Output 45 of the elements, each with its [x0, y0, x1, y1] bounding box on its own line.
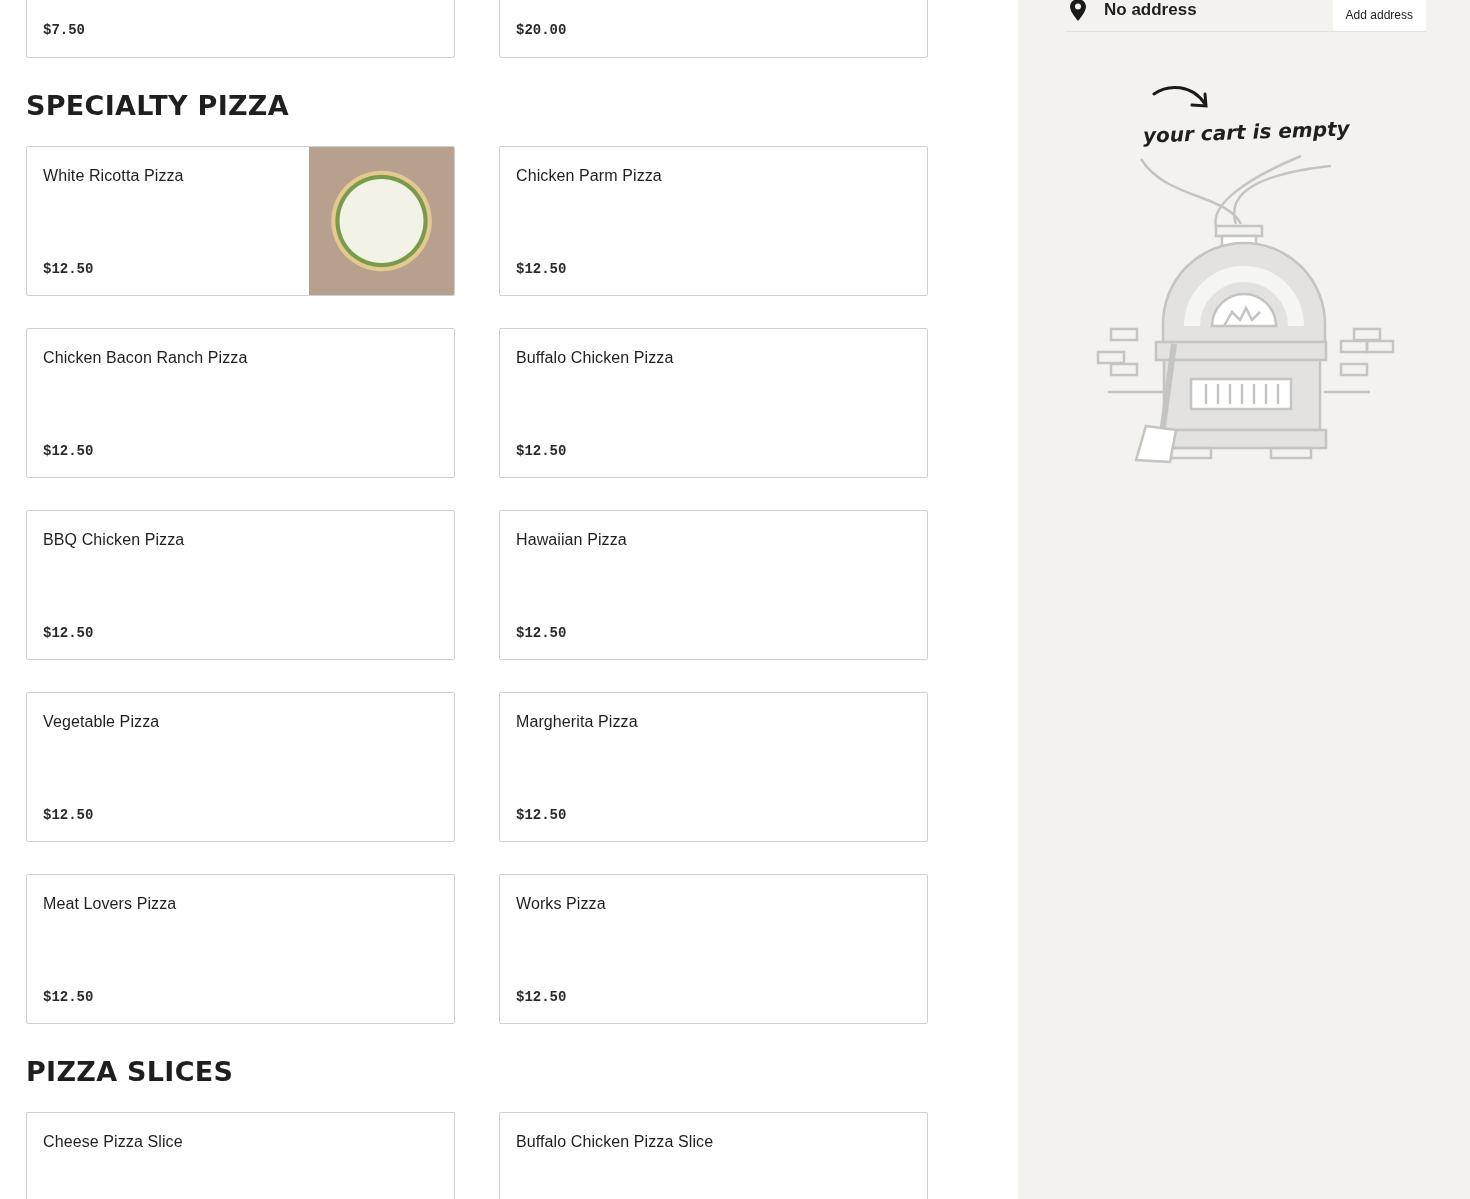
item-name: Chicken Bacon Ranch Pizza — [43, 349, 249, 367]
section-heading: PIZZA SLICES — [26, 1058, 235, 1086]
empty-cart-message: your cart is empty — [1142, 116, 1350, 148]
menu-item-card[interactable]: Chicken Bacon Ranch Pizza $12.50 — [26, 328, 455, 478]
menu-item-card[interactable]: Cheese Pizza Slice — [26, 1112, 455, 1199]
item-price: $12.50 — [516, 989, 568, 1005]
item-price: $12.50 — [43, 807, 95, 823]
item-name: Chicken Parm Pizza — [516, 167, 663, 185]
item-price: $12.50 — [43, 443, 95, 459]
item-name: Vegetable Pizza — [43, 713, 161, 731]
item-name: Buffalo Chicken Pizza Slice — [516, 1133, 715, 1151]
item-price: $12.50 — [516, 443, 568, 459]
menu-item-card[interactable]: Buffalo Chicken Pizza $12.50 — [499, 328, 928, 478]
menu-item-card[interactable]: Meat Lovers Pizza $12.50 — [26, 874, 455, 1024]
item-name: Cheese Pizza Slice — [43, 1133, 184, 1151]
curved-arrow-icon — [1152, 84, 1210, 110]
item-price: $12.50 — [43, 261, 95, 277]
item-name: White Ricotta Pizza — [43, 167, 185, 185]
menu-item-card[interactable]: Works Pizza $12.50 — [499, 874, 928, 1024]
menu-item-card[interactable]: Hawaiian Pizza $12.50 — [499, 510, 928, 660]
menu-item-card[interactable]: Buffalo Chicken Pizza Slice — [499, 1112, 928, 1199]
add-address-button[interactable]: Add address — [1332, 0, 1426, 31]
menu-item-card[interactable]: Margherita Pizza $12.50 — [499, 692, 928, 842]
item-name: Buffalo Chicken Pizza — [516, 349, 675, 367]
item-price: $12.50 — [43, 989, 95, 1005]
item-name: Works Pizza — [516, 895, 607, 913]
item-name: BBQ Chicken Pizza — [43, 531, 186, 549]
item-price: $7.50 — [43, 22, 86, 38]
menu-item-card[interactable]: Chicken Parm Pizza $12.50 — [499, 146, 928, 296]
location-pin-icon — [1070, 0, 1086, 21]
menu-item-card[interactable]: $7.50 — [26, 0, 455, 58]
menu-item-card[interactable]: Vegetable Pizza $12.50 — [26, 692, 455, 842]
menu-item-card[interactable]: BBQ Chicken Pizza $12.50 — [26, 510, 455, 660]
item-price: $12.50 — [516, 807, 568, 823]
section-heading: SPECIALTY PIZZA — [26, 92, 290, 120]
menu-item-card[interactable]: White Ricotta Pizza $12.50 — [26, 146, 455, 296]
item-price: $12.50 — [516, 625, 568, 641]
item-price: $12.50 — [516, 261, 568, 277]
menu-item-card[interactable]: $20.00 — [499, 0, 928, 58]
item-name: Margherita Pizza — [516, 713, 639, 731]
item-price: $12.50 — [43, 625, 95, 641]
address-text: No address — [1104, 0, 1198, 20]
item-name: Hawaiian Pizza — [516, 531, 628, 549]
item-price: $20.00 — [516, 22, 568, 38]
item-name: Meat Lovers Pizza — [43, 895, 178, 913]
